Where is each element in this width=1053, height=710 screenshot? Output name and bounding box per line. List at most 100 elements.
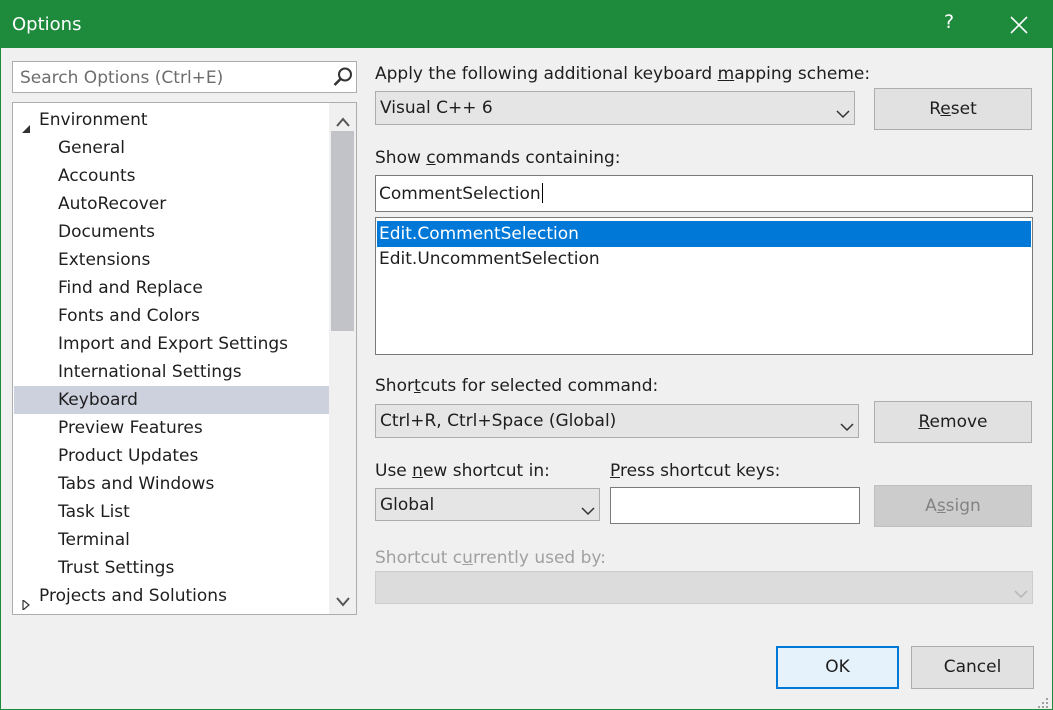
help-button[interactable]: ?	[941, 11, 957, 33]
show-commands-accel: c	[426, 148, 436, 168]
show-commands-label: Show commands containing:	[375, 148, 621, 168]
use-new-accel: n	[412, 461, 423, 481]
tree-item[interactable]: Terminal	[14, 526, 329, 554]
options-tree[interactable]: Environment General Accounts AutoRecover Doc…	[12, 102, 357, 615]
tree-item-label: Accounts	[58, 166, 136, 186]
command-list-item[interactable]: Edit.UncommentSelection	[377, 246, 1031, 272]
tree-item[interactable]: Trust Settings	[14, 554, 329, 582]
options-dialog: Options ? Search Options (Ctrl+E) Enviro…	[0, 0, 1053, 710]
chevron-down-icon	[581, 501, 595, 516]
tree-item-label: General	[58, 138, 125, 158]
shortcuts-accel: t	[413, 376, 421, 396]
tree-item-label: Fonts and Colors	[58, 306, 200, 326]
tree-item-label: Task List	[58, 502, 130, 522]
tree-item[interactable]: Keyboard	[14, 386, 329, 414]
shortcuts-text: Shor	[375, 376, 414, 396]
used-by-text-end: rrently used by:	[472, 548, 606, 568]
tree-scrollbar[interactable]	[329, 103, 356, 614]
press-keys-accel: P	[610, 461, 620, 481]
tree-item-label: Find and Replace	[58, 278, 203, 298]
shortcuts-text-end: cuts for selected command:	[420, 376, 659, 396]
scroll-down-icon[interactable]	[335, 593, 351, 607]
remove-button[interactable]: Remove	[874, 401, 1032, 443]
chevron-down-icon	[1014, 584, 1028, 599]
commands-list[interactable]: Edit.CommentSelection Edit.UncommentSelec…	[375, 217, 1033, 355]
tree-item[interactable]: Product Updates	[14, 442, 329, 470]
shortcuts-dropdown[interactable]: Ctrl+R, Ctrl+Space (Global)	[375, 404, 859, 438]
text-caret	[541, 183, 543, 203]
used-by-text: Shortcut c	[375, 548, 463, 568]
tree-item[interactable]: International Settings	[14, 358, 329, 386]
resize-grip-icon[interactable]	[1037, 694, 1049, 708]
tree-item[interactable]: AutoRecover	[14, 190, 329, 218]
remove-label-end: emove	[929, 412, 988, 432]
mapping-label-text: Apply the following additional keyboard	[375, 64, 718, 84]
show-commands-input[interactable]: CommentSelection	[375, 175, 1033, 212]
assign-button[interactable]: Assign	[874, 485, 1032, 527]
tree-item[interactable]: Documents	[14, 218, 329, 246]
tree-item[interactable]: Task List	[14, 498, 329, 526]
used-by-accel: u	[462, 548, 473, 568]
mapping-label-accel: m	[717, 64, 735, 84]
search-icon[interactable]	[332, 66, 354, 88]
tree-item[interactable]: Tabs and Windows	[14, 470, 329, 498]
reset-button[interactable]: Reset	[874, 88, 1032, 130]
tree-item[interactable]: Extensions	[14, 246, 329, 274]
assign-accel: s	[936, 496, 946, 516]
tree-item-label: Tabs and Windows	[58, 474, 215, 494]
tree-item-label: AutoRecover	[58, 194, 167, 214]
use-new-text-end: ew shortcut in:	[422, 461, 550, 481]
cancel-button[interactable]: Cancel	[911, 646, 1034, 689]
use-new-shortcut-dropdown[interactable]: Global	[375, 488, 600, 521]
title-bar: Options ?	[1, 1, 1052, 48]
tree-item[interactable]: General	[14, 134, 329, 162]
tree-item-label: Environment	[39, 110, 148, 130]
scrollbar-thumb[interactable]	[331, 131, 354, 331]
scroll-up-icon[interactable]	[335, 113, 351, 127]
tree-item[interactable]: Fonts and Colors	[14, 302, 329, 330]
shortcut-used-by-dropdown[interactable]	[375, 571, 1033, 604]
tree-item-label: Documents	[58, 222, 155, 242]
use-new-shortcut-label: Use new shortcut in:	[375, 461, 550, 481]
mapping-label-text-end: apping scheme:	[734, 64, 871, 84]
tree-item[interactable]: Import and Export Settings	[14, 330, 329, 358]
expanded-triangle-icon[interactable]	[21, 115, 31, 133]
mapping-scheme-dropdown[interactable]: Visual C++ 6	[375, 91, 855, 125]
close-icon[interactable]	[1006, 9, 1032, 39]
show-commands-text-end: ommands containing:	[435, 148, 621, 168]
reset-accel: e	[940, 99, 951, 119]
tree-item[interactable]: Projects and Solutions	[14, 582, 329, 612]
use-new-shortcut-value: Global	[380, 495, 435, 515]
shortcuts-value: Ctrl+R, Ctrl+Space (Global)	[380, 411, 617, 431]
command-list-item[interactable]: Edit.CommentSelection	[377, 221, 1031, 247]
search-placeholder: Search Options (Ctrl+E)	[20, 68, 224, 88]
shortcut-used-by-label: Shortcut currently used by:	[375, 548, 606, 568]
tree-item-label: Projects and Solutions	[39, 586, 227, 606]
show-commands-text: Show	[375, 148, 427, 168]
press-shortcut-keys-label: Press shortcut keys:	[610, 461, 780, 481]
mapping-scheme-label: Apply the following additional keyboard …	[375, 64, 870, 84]
mapping-scheme-value: Visual C++ 6	[380, 98, 493, 118]
tree-item-label: Product Updates	[58, 446, 199, 466]
tree-item[interactable]: Environment	[14, 106, 329, 134]
search-options-input[interactable]: Search Options (Ctrl+E)	[12, 61, 357, 93]
tree-item-label: Import and Export Settings	[58, 334, 288, 354]
reset-label-end: set	[950, 99, 977, 119]
collapsed-triangle-icon[interactable]	[21, 591, 31, 612]
assign-label-end: sign	[945, 496, 981, 516]
dialog-title: Options	[12, 14, 82, 35]
tree-item[interactable]: Find and Replace	[14, 274, 329, 302]
tree-item-label: Extensions	[58, 250, 151, 270]
shortcuts-label: Shortcuts for selected command:	[375, 376, 658, 396]
tree-item[interactable]: Preview Features	[14, 414, 329, 442]
tree-item-label: Trust Settings	[58, 558, 175, 578]
tree-item-label: Terminal	[58, 530, 130, 550]
press-keys-text-end: ress shortcut keys:	[619, 461, 781, 481]
tree-item[interactable]: Accounts	[14, 162, 329, 190]
ok-button[interactable]: OK	[776, 646, 899, 689]
press-shortcut-keys-input[interactable]	[610, 487, 860, 524]
tree-item-label: Keyboard	[58, 390, 138, 410]
tree-item-label: Preview Features	[58, 418, 203, 438]
assign-label: A	[925, 496, 937, 516]
tree-item-label: International Settings	[58, 362, 242, 382]
